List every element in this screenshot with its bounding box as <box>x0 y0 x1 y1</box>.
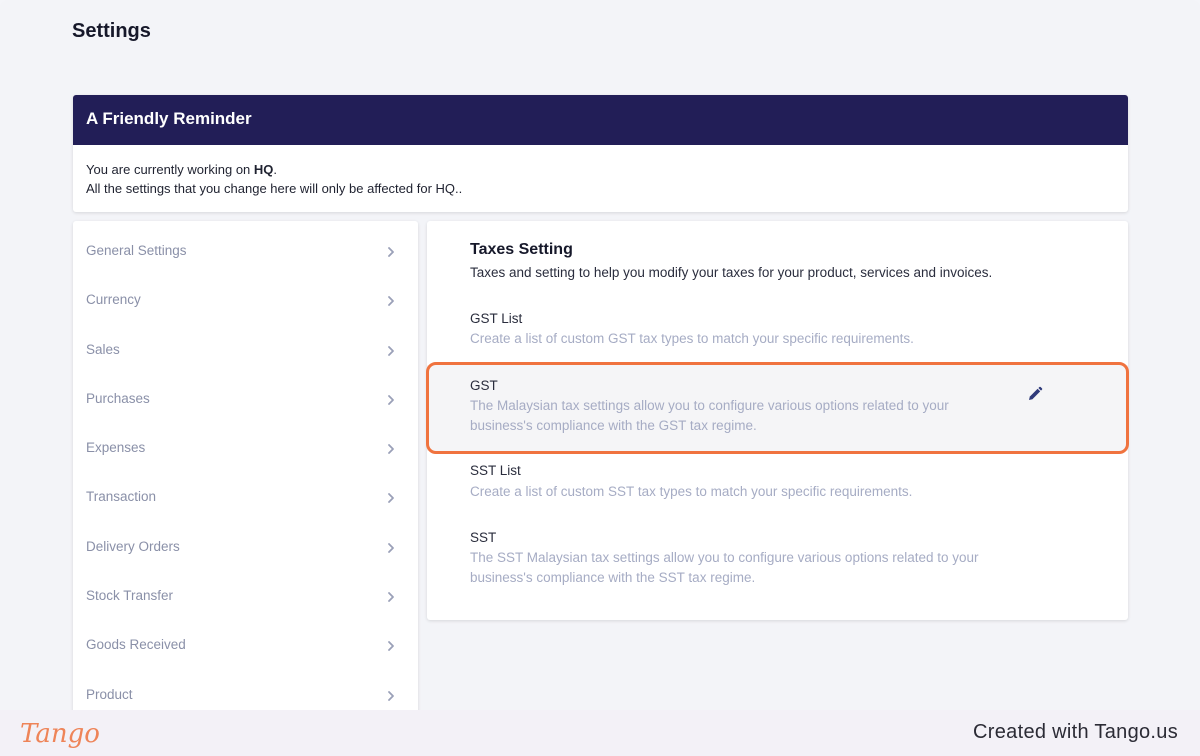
option-gst-list[interactable]: GST List Create a list of custom GST tax… <box>427 301 1128 361</box>
chevron-right-icon <box>384 294 398 308</box>
sidebar-item-stock-transfer[interactable]: Stock Transfer <box>73 566 418 615</box>
tango-logo: Tango <box>20 719 100 749</box>
option-name: GST List <box>470 311 523 326</box>
sidebar-item-label: Stock Transfer <box>86 588 174 604</box>
chevron-right-icon <box>384 491 398 505</box>
chevron-right-icon <box>384 442 398 456</box>
reminder-branch-name: HQ <box>253 162 274 177</box>
panel-title: Taxes Setting <box>470 241 573 258</box>
sidebar-item-label: Sales <box>86 341 120 357</box>
sidebar-item-expenses[interactable]: Expenses <box>73 418 418 467</box>
sidebar-item-currency[interactable]: Currency <box>73 270 418 319</box>
reminder-line-2: All the settings that you change here wi… <box>86 181 463 196</box>
option-gst[interactable]: GST The Malaysian tax settings allow you… <box>427 365 1128 451</box>
created-with-credit: Created with Tango.us <box>973 721 1178 743</box>
reminder-heading: A Friendly Reminder <box>73 95 1128 145</box>
sidebar-item-label: Delivery Orders <box>86 538 180 554</box>
chevron-right-icon <box>384 393 398 407</box>
sidebar-item-label: Expenses <box>86 440 146 456</box>
sidebar-item-label: Goods Received <box>86 637 186 653</box>
sidebar-item-product[interactable]: Product <box>73 665 418 710</box>
option-sst[interactable]: SST The SST Malaysian tax settings allow… <box>427 521 1128 601</box>
reminder-line-1: You are currently working on HQ. <box>86 160 1115 179</box>
chevron-right-icon <box>384 541 398 555</box>
taxes-setting-panel: Taxes Setting Taxes and setting to help … <box>427 221 1128 620</box>
sidebar-item-label: Currency <box>86 292 141 308</box>
sidebar-item-general-settings[interactable]: General Settings <box>73 221 418 270</box>
sidebar-item-goods-received[interactable]: Goods Received <box>73 615 418 664</box>
option-description: Create a list of custom GST tax types to… <box>470 331 914 346</box>
option-name: SST <box>470 530 497 545</box>
reminder-line-1-prefix: You are currently working on <box>86 162 254 177</box>
chevron-right-icon <box>384 590 398 604</box>
option-description: The Malaysian tax settings allow you to … <box>470 398 949 433</box>
settings-sidebar: General Settings Currency Sales Purchase… <box>73 221 418 710</box>
sidebar-item-label: Purchases <box>86 390 150 406</box>
option-name: GST <box>470 378 498 393</box>
reminder-card: A Friendly Reminder You are currently wo… <box>73 95 1128 212</box>
chevron-right-icon <box>384 344 398 358</box>
pencil-icon[interactable] <box>1026 385 1044 403</box>
chevron-right-icon <box>384 245 398 259</box>
chevron-right-icon <box>384 689 398 703</box>
option-description: Create a list of custom SST tax types to… <box>470 484 913 499</box>
sidebar-item-transaction[interactable]: Transaction <box>73 467 418 516</box>
option-name: SST List <box>470 463 521 478</box>
sidebar-item-label: Transaction <box>86 489 157 505</box>
sidebar-item-delivery-orders[interactable]: Delivery Orders <box>73 517 418 566</box>
option-sst-list[interactable]: SST List Create a list of custom SST tax… <box>427 455 1128 515</box>
app-frame: Settings A Friendly Reminder You are cur… <box>0 0 1200 710</box>
chevron-right-icon <box>384 639 398 653</box>
sidebar-item-sales[interactable]: Sales <box>73 320 418 369</box>
panel-subtitle: Taxes and setting to help you modify you… <box>470 265 993 280</box>
sidebar-item-label: Product <box>86 686 133 702</box>
reminder-body: You are currently working on HQ. All the… <box>73 145 1128 212</box>
page-title: Settings <box>72 20 151 42</box>
reminder-line-1-suffix: . <box>273 162 278 177</box>
sidebar-item-purchases[interactable]: Purchases <box>73 369 418 418</box>
footer-bar: Tango Created with Tango.us <box>0 710 1200 756</box>
option-description: The SST Malaysian tax settings allow you… <box>470 550 979 585</box>
sidebar-item-label: General Settings <box>86 243 187 258</box>
